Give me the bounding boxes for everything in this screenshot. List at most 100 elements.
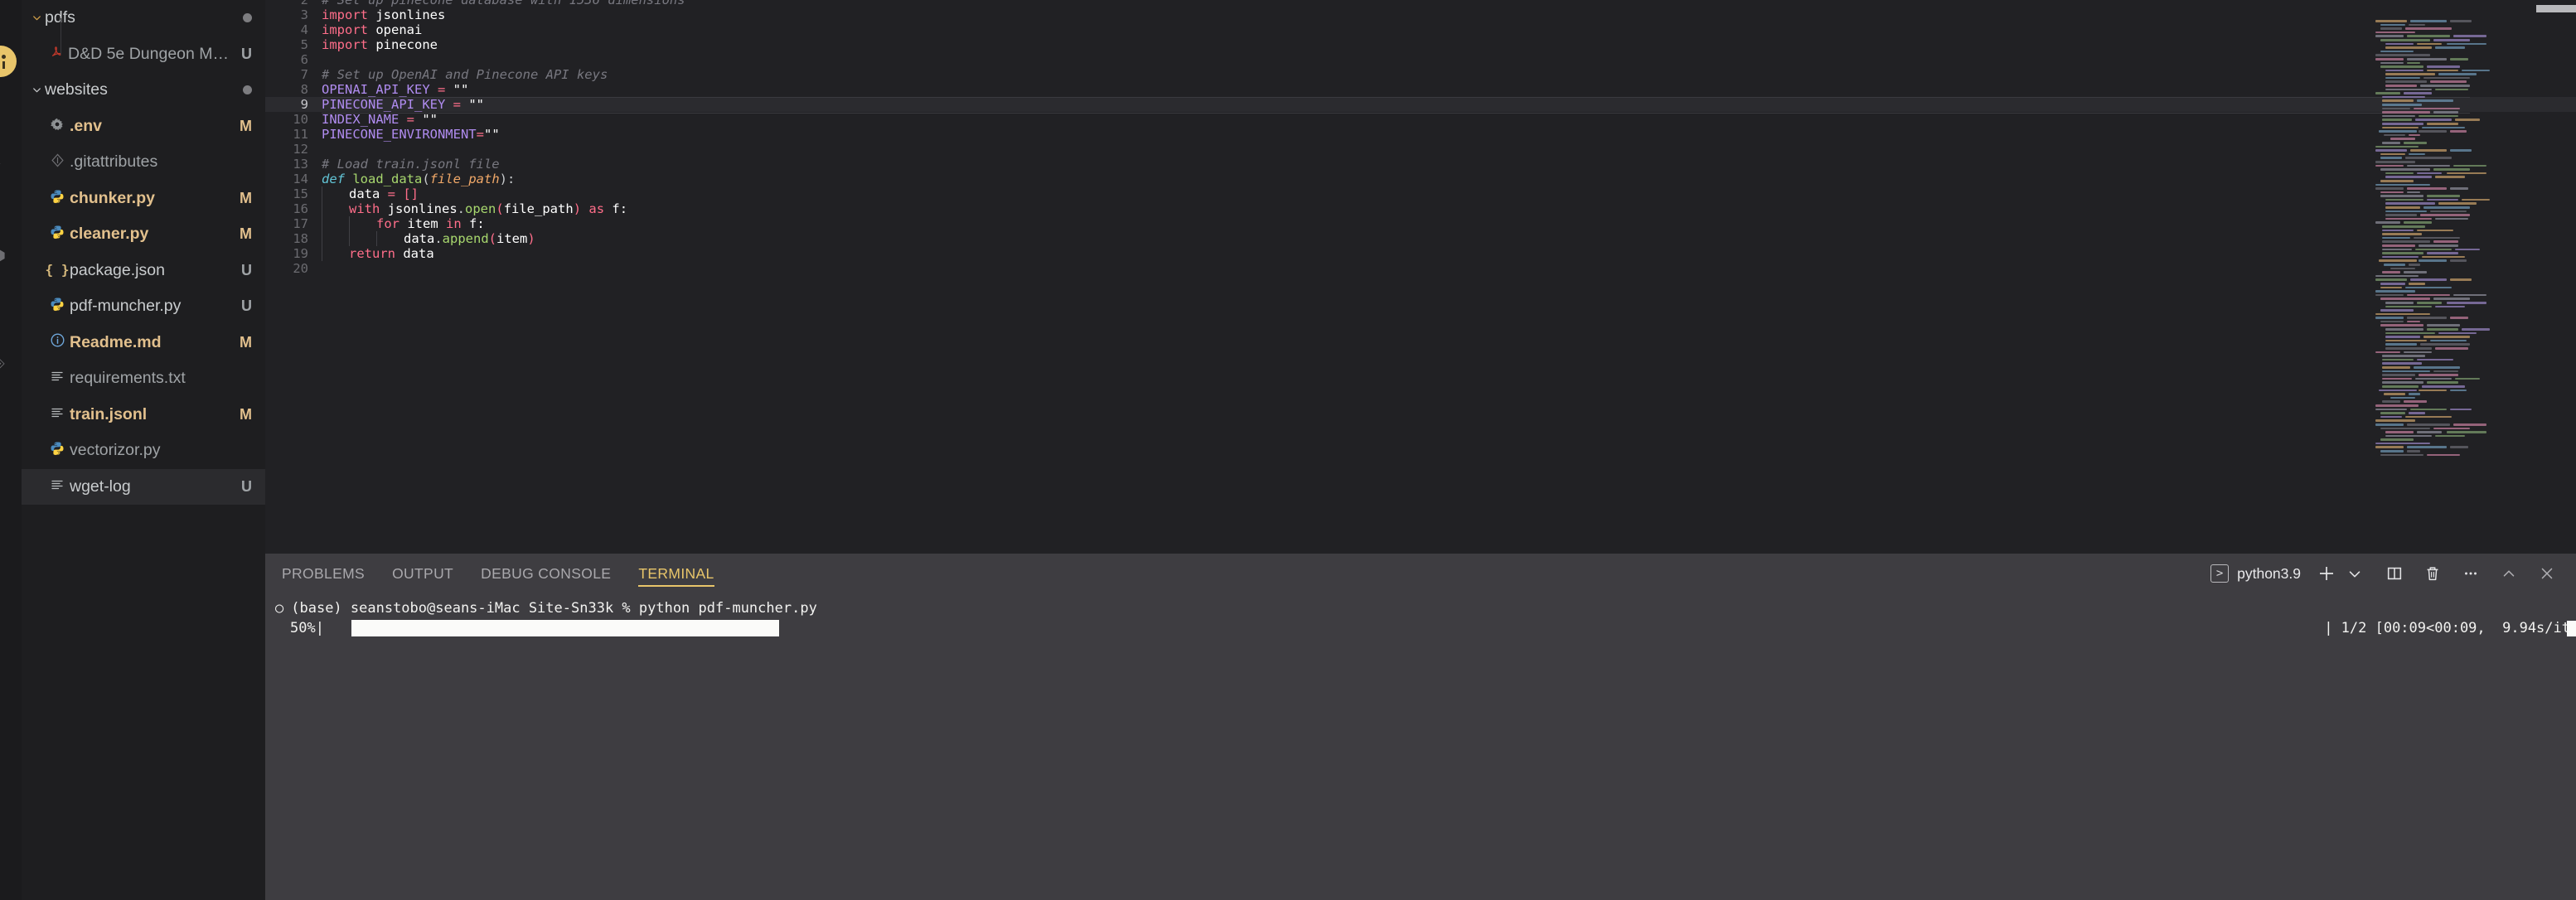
sidebar-folder-websites[interactable]: websites: [22, 72, 265, 109]
minimap-segment: [2375, 408, 2407, 411]
minimap-segment: [2415, 248, 2452, 251]
code-content[interactable]: 2 # Set up pinecone database with 1536 di…: [265, 0, 2576, 276]
minimap-segment: [2380, 320, 2404, 323]
minimap-segment: [2382, 141, 2400, 144]
sidebar-file-d-d-5e-dungeon-master-s-guide-p[interactable]: D&D 5e Dungeon Master's Guide ( P... U: [22, 36, 265, 73]
sidebar-file-requirements-txt[interactable]: requirements.txt: [22, 360, 265, 397]
minimap-segment: [2385, 336, 2420, 338]
sidebar-item-label: Readme.md: [70, 332, 162, 351]
minimap-segment: [2433, 240, 2458, 243]
sidebar-item-label: websites: [45, 80, 108, 99]
sidebar-file--gitattributes[interactable]: .gitattributes: [22, 144, 265, 181]
account-badge-icon[interactable]: [0, 46, 17, 77]
code-line-5[interactable]: 5 import pinecone: [265, 37, 2576, 52]
sidebar-file-readme-md[interactable]: Readme.md M: [22, 325, 265, 361]
code-line-16[interactable]: 16 with jsonlines.open(file_path) as f:: [265, 201, 2576, 216]
chevron-right-icon[interactable]: ▸: [0, 156, 1, 170]
token-const: PINECONE_ENVIRONMENT: [322, 127, 477, 142]
sidebar-file-cleaner-py[interactable]: cleaner.py M: [22, 216, 265, 253]
token-cmt: # Load train.jsonl file: [322, 157, 500, 172]
sidebar-item-label: train.jsonl: [70, 404, 148, 423]
code-line-14[interactable]: 14 def load_data(file_path):: [265, 172, 2576, 186]
explorer-sidebar: pdfs D&D 5e Dungeon Master's Guide ( P...…: [22, 0, 265, 900]
sidebar-file-pdf-muncher-py[interactable]: pdf-muncher.py U: [22, 288, 265, 325]
code-line-2[interactable]: 2 # Set up pinecone database with 1536 di…: [265, 0, 2576, 7]
minimap-segment: [2385, 80, 2427, 84]
code-text: with jsonlines.open(file_path) as f:: [308, 201, 627, 216]
minimap-segment: [2420, 85, 2470, 87]
code-line-9[interactable]: 9 PINECONE_API_KEY = "": [265, 97, 2576, 114]
code-line-8[interactable]: 8 OPENAI_API_KEY = "": [265, 82, 2576, 97]
minimap-segment: [2435, 434, 2465, 438]
code-line-17[interactable]: 17 for item in f:: [265, 216, 2576, 231]
code-line-3[interactable]: 3 import jsonlines: [265, 7, 2576, 22]
code-line-6[interactable]: 6: [265, 52, 2576, 67]
minimap[interactable]: [2370, 0, 2568, 554]
extensions-icon[interactable]: ⬢: [0, 249, 6, 263]
minimap-segment: [2382, 104, 2422, 106]
minimap-segment: [2427, 198, 2458, 201]
terminal-progress-row: 50%| | 1/2 [00:09<00:09, 9.94s/it: [275, 618, 2576, 638]
code-line-13[interactable]: 13 # Load train.jsonl file: [265, 157, 2576, 172]
line-number: 8: [300, 82, 308, 97]
git-status-badge: U: [241, 477, 252, 495]
maximize-panel-button[interactable]: [2495, 559, 2523, 588]
line-number: 2: [300, 0, 308, 7]
terminal-body[interactable]: ○ (base) seanstobo@seans-iMac Site-Sn33k …: [265, 593, 2576, 900]
close-panel-button[interactable]: [2533, 559, 2561, 588]
sidebar-folder-pdfs[interactable]: pdfs: [22, 0, 265, 36]
minimap-segment: [2375, 419, 2415, 422]
chevron-down-icon: [28, 11, 45, 25]
tab-problems[interactable]: PROBLEMS: [282, 554, 365, 593]
progress-bar: [351, 620, 779, 636]
code-text: # Load train.jsonl file: [308, 157, 500, 172]
code-editor[interactable]: 2 # Set up pinecone database with 1536 di…: [265, 0, 2576, 554]
code-line-11[interactable]: 11 PINECONE_ENVIRONMENT="": [265, 127, 2576, 142]
activity-bar: ▸ ⬢ ⎆: [0, 0, 22, 900]
sidebar-file-package-json[interactable]: { } package.json U: [22, 253, 265, 289]
code-line-18[interactable]: 18 data.append(item): [265, 231, 2576, 246]
sidebar-file-train-jsonl[interactable]: train.jsonl M: [22, 397, 265, 433]
tab-debug-console[interactable]: DEBUG CONSOLE: [481, 554, 611, 593]
token-var: file_path: [503, 201, 574, 216]
sidebar-file-wget-log[interactable]: wget-log U: [22, 468, 265, 505]
code-line-12[interactable]: 12: [265, 142, 2576, 157]
code-text: for item in f:: [308, 216, 485, 231]
code-line-4[interactable]: 4 import openai: [265, 22, 2576, 37]
tab-output[interactable]: OUTPUT: [392, 554, 453, 593]
sidebar-file--env[interactable]: .env M: [22, 109, 265, 145]
minimap-segment: [2382, 244, 2415, 247]
indent-guide: [322, 216, 349, 231]
terminal-dropdown-button[interactable]: [2341, 559, 2369, 588]
minimap-segment: [2385, 434, 2432, 438]
git-status-badge: M: [240, 405, 252, 423]
line-number: 16: [293, 201, 308, 216]
code-line-20[interactable]: 20: [265, 261, 2576, 276]
code-line-7[interactable]: 7 # Set up OpenAI and Pinecone API keys: [265, 67, 2576, 82]
minimap-segment: [2382, 233, 2422, 235]
code-line-19[interactable]: 19 return data: [265, 246, 2576, 261]
code-text: PINECONE_API_KEY = "": [308, 97, 484, 112]
token-str: "": [483, 127, 500, 142]
editor-scrollbar[interactable]: [2536, 5, 2576, 12]
new-terminal-button[interactable]: [2312, 559, 2341, 588]
minimap-segment: [2375, 221, 2400, 225]
minimap-segment: [2382, 229, 2414, 232]
sidebar-item-label: wget-log: [70, 477, 131, 496]
terminal-selector[interactable]: > python3.9: [2210, 564, 2301, 583]
git-status-badge: M: [240, 225, 252, 243]
token-kw: import: [322, 7, 376, 22]
git-status-badge: M: [240, 189, 252, 206]
split-terminal-button[interactable]: [2380, 559, 2409, 588]
minimap-segment: [2380, 412, 2405, 414]
minimap-segment: [2438, 202, 2477, 206]
sidebar-file-chunker-py[interactable]: chunker.py M: [22, 181, 265, 217]
code-line-15[interactable]: 15 data = []: [265, 186, 2576, 201]
minimap-segment: [2385, 198, 2423, 201]
kill-terminal-button[interactable]: [2419, 559, 2447, 588]
remote-icon[interactable]: ⎆: [0, 356, 5, 370]
code-line-10[interactable]: 10 INDEX_NAME = "": [265, 112, 2576, 127]
tab-terminal[interactable]: TERMINAL: [638, 554, 714, 593]
sidebar-file-vectorizor-py[interactable]: vectorizor.py: [22, 433, 265, 469]
panel-more-button[interactable]: [2457, 559, 2485, 588]
